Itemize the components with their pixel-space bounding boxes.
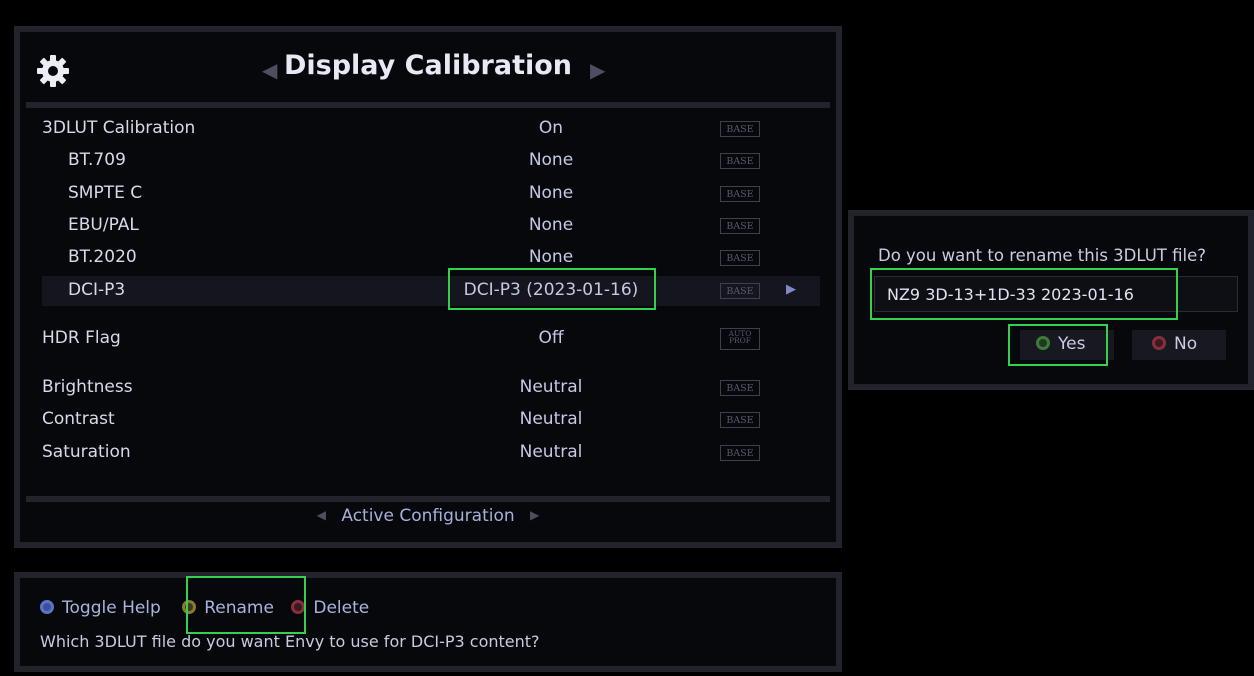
menu-row-label: Saturation (42, 442, 131, 462)
menu-row-ebu-pal[interactable]: EBU/PAL None BASE (26, 211, 830, 241)
menu-row-saturation[interactable]: Saturation Neutral BASE (26, 438, 830, 468)
highlight-box-filename (870, 268, 1178, 320)
menu-row-dci-p3-selected[interactable]: DCI-P3 DCI-P3 (2023-01-16) BASE ▶ (42, 276, 820, 306)
menu-row-value: Neutral (519, 442, 583, 462)
footer-divider (26, 496, 830, 502)
menu-row-3dlut-calibration[interactable]: 3DLUT Calibration On BASE (26, 114, 830, 144)
delete-label: Delete (313, 598, 370, 618)
help-description: Which 3DLUT file do you want Envy to use… (40, 632, 540, 651)
left-triangle-icon[interactable]: ◀ (317, 508, 326, 522)
menu-row-hdr-flag[interactable]: HDR Flag Off AUTO PROF (26, 324, 830, 354)
base-badge: BASE (720, 412, 760, 428)
base-badge: BASE (720, 153, 760, 169)
menu-row-label: SMPTE C (68, 183, 143, 203)
menu-row-value: None (528, 183, 574, 203)
menu-row-smpte-c[interactable]: SMPTE C None BASE (26, 179, 830, 209)
next-page-icon[interactable]: ▶ (590, 58, 605, 82)
menu-row-label: DCI-P3 (68, 280, 126, 300)
menu-row-value: None (528, 247, 574, 267)
highlight-box-yes (1008, 324, 1108, 366)
submenu-arrow-icon[interactable]: ▶ (786, 282, 796, 297)
base-badge: BASE (720, 283, 760, 299)
dialog-question: Do you want to rename this 3DLUT file? (878, 246, 1207, 265)
base-badge: BASE (720, 380, 760, 396)
display-calibration-panel: ◀ Display Calibration ▶ 3DLUT Calibratio… (14, 26, 842, 548)
right-triangle-icon[interactable]: ▶ (530, 508, 539, 522)
page-title: Display Calibration (283, 50, 573, 81)
rename-dialog: Do you want to rename this 3DLUT file? N… (848, 210, 1254, 390)
highlight-box-rename (186, 576, 306, 634)
menu-row-label: Contrast (42, 409, 115, 429)
menu-row-value: Neutral (519, 409, 583, 429)
base-badge: BASE (720, 250, 760, 266)
base-badge: BASE (720, 121, 760, 137)
active-configuration-selector[interactable]: ◀ Active Configuration ▶ (20, 506, 836, 526)
base-badge: BASE (720, 186, 760, 202)
base-badge: BASE (720, 218, 760, 234)
menu-row-contrast[interactable]: Contrast Neutral BASE (26, 405, 830, 435)
menu-row-value: Neutral (519, 377, 583, 397)
menu-row-label: BT.2020 (68, 247, 137, 267)
red-button-icon (1152, 336, 1166, 350)
badge-line: PROF (728, 336, 752, 345)
menu-row-value: Off (538, 328, 564, 348)
menu-header: ◀ Display Calibration ▶ (26, 38, 830, 108)
no-label: No (1174, 334, 1198, 354)
menu-row-bt709[interactable]: BT.709 None BASE (26, 146, 830, 176)
menu-row-label: 3DLUT Calibration (42, 118, 196, 138)
menu-row-bt2020[interactable]: BT.2020 None BASE (26, 243, 830, 273)
menu-row-value: None (528, 150, 574, 170)
active-configuration-label: Active Configuration (341, 506, 515, 526)
menu-row-label: Brightness (42, 377, 133, 397)
menu-row-brightness[interactable]: Brightness Neutral BASE (26, 373, 830, 403)
menu-row-label: EBU/PAL (68, 215, 139, 235)
no-button[interactable]: No (1132, 330, 1226, 360)
base-badge: BASE (720, 445, 760, 461)
blue-button-icon (40, 600, 54, 614)
auto-prof-badge: AUTO PROF (720, 328, 760, 350)
menu-row-value: None (528, 215, 574, 235)
menu-row-label: BT.709 (68, 150, 126, 170)
toggle-help-label: Toggle Help (62, 598, 161, 618)
menu-row-label: HDR Flag (42, 328, 121, 348)
menu-row-value: On (538, 118, 564, 138)
help-panel: Toggle Help Rename Delete Which 3DLUT fi… (14, 572, 842, 672)
highlight-box-dci-p3-value (448, 268, 656, 310)
toggle-help-button[interactable]: Toggle Help (40, 598, 161, 618)
